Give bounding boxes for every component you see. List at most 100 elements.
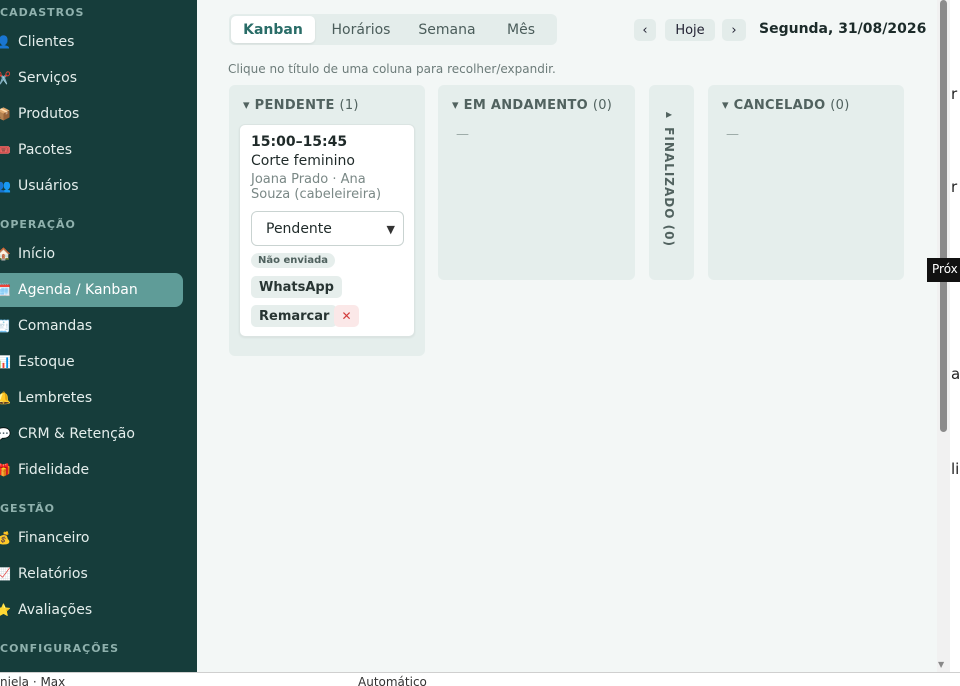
sidebar-item-crm-retencao[interactable]: 💬 CRM & Retenção (0, 417, 183, 451)
sidebar-item-lembretes[interactable]: 🔔 Lembretes (0, 381, 183, 415)
column-title-cancelado[interactable]: ▾ CANCELADO (0) (722, 98, 850, 113)
calendar-icon: 🗓️ (0, 283, 11, 297)
sidebar-item-agenda-kanban[interactable]: 🗓️ Agenda / Kanban (0, 273, 183, 307)
sidebar-item-comandas[interactable]: 🧾 Comandas (0, 309, 183, 343)
sidebar-item-inicio[interactable]: 🏠 Início (0, 237, 183, 271)
sidebar-item-label: Início (18, 246, 56, 262)
column-em-andamento: ▾ EM ANDAMENTO (0) — (438, 85, 635, 280)
column-title-pendente[interactable]: ▾ PENDENTE (1) (243, 98, 359, 113)
sidebar-item-fidelidade[interactable]: 🎁 Fidelidade (0, 453, 183, 487)
view-tabs: Kanban Horários Semana Mês (229, 14, 557, 45)
sidebar-item-label: Estoque (18, 354, 75, 370)
sidebar-item-usuarios[interactable]: 👥 Usuários (0, 169, 183, 203)
sidebar-item-label: Produtos (18, 106, 80, 122)
ticket-icon: 🎟️ (0, 143, 11, 157)
column-cancelado: ▾ CANCELADO (0) — (708, 85, 904, 280)
sidebar-section-operacao: OPERAÇÃO (0, 218, 76, 231)
close-icon: ✕ (341, 309, 352, 323)
sidebar-item-label: Pacotes (18, 142, 73, 158)
sidebar: CADASTROS 👤 Clientes ✂️ Serviços 📦 Produ… (0, 0, 197, 672)
kanban-hint: Clique no título de uma coluna para reco… (228, 62, 556, 76)
sidebar-item-clientes[interactable]: 👤 Clientes (0, 25, 183, 59)
sidebar-item-label: Serviços (18, 70, 77, 86)
chevron-down-icon: ▼ (386, 223, 395, 236)
appointment-client-professional: Joana Prado · Ana Souza (cabeleireira) (251, 172, 382, 202)
column-pendente: ▾ PENDENTE (1) 15:00–15:45 Corte feminin… (229, 85, 425, 356)
sidebar-item-label: Lembretes (18, 390, 93, 406)
trend-chart-icon: 📈 (0, 567, 11, 581)
current-date: Segunda, 31/08/2026 (759, 21, 927, 37)
column-title-label: ▾ CANCELADO (722, 98, 826, 113)
main-content: Kanban Horários Semana Mês ‹ Hoje › Segu… (197, 0, 937, 672)
column-count: (1) (339, 98, 359, 113)
column-title-label: ▾ EM ANDAMENTO (452, 98, 589, 113)
appointment-service: Corte feminino (251, 153, 355, 169)
background-text-fragment: r a (951, 85, 960, 103)
sidebar-item-pacotes[interactable]: 🎟️ Pacotes (0, 133, 183, 167)
gift-icon: 🎁 (0, 463, 11, 477)
sidebar-item-estoque[interactable]: 📊 Estoque (0, 345, 183, 379)
column-empty-placeholder: — (726, 127, 739, 142)
background-text-fragment: a (951, 365, 960, 383)
bell-icon: 🔔 (0, 391, 11, 405)
scrollbar-thumb[interactable] (940, 0, 947, 432)
sidebar-item-relatorios[interactable]: 📈 Relatórios (0, 557, 183, 591)
status-select[interactable]: Pendente ▼ (251, 211, 404, 246)
sidebar-item-label: Comandas (18, 318, 93, 334)
sidebar-item-label: Clientes (18, 34, 75, 50)
sidebar-item-avaliacoes[interactable]: ⭐ Avaliações (0, 593, 183, 627)
scroll-down-arrow-icon[interactable]: ▼ (938, 660, 944, 669)
home-icon: 🏠 (0, 247, 11, 261)
sidebar-item-label: Relatórios (18, 566, 88, 582)
bottom-left-text: niela · Max (0, 675, 66, 686)
bottom-center-text: Automático (358, 675, 427, 686)
sidebar-section-gestao: GESTÃO (0, 502, 55, 515)
column-title-finalizado: ▸ FINALIZADO (0) (662, 107, 676, 247)
column-count: (0) (830, 98, 850, 113)
sidebar-item-financeiro[interactable]: 💰 Financeiro (0, 521, 183, 555)
notification-status-badge: Não enviada (251, 253, 335, 268)
column-count: (0) (592, 98, 613, 113)
next-day-button[interactable]: › (722, 19, 746, 41)
next-day-tooltip: Próx (927, 258, 960, 282)
sidebar-section-cadastros: CADASTROS (0, 6, 85, 19)
money-bag-icon: 💰 (0, 531, 11, 545)
sidebar-item-label: Agenda / Kanban (18, 282, 138, 298)
prev-day-button[interactable]: ‹ (634, 19, 656, 41)
cancel-appointment-button[interactable]: ✕ (334, 305, 359, 327)
sidebar-item-label: Usuários (18, 178, 79, 194)
sidebar-section-configuracoes: CONFIGURAÇÕES (0, 642, 120, 655)
screen: CADASTROS 👤 Clientes ✂️ Serviços 📦 Produ… (0, 0, 960, 686)
bar-chart-icon: 📊 (0, 355, 11, 369)
tab-horarios[interactable]: Horários (315, 16, 407, 43)
appointment-time: 15:00–15:45 (251, 134, 348, 150)
sidebar-item-label: Financeiro (18, 530, 90, 546)
tab-semana[interactable]: Semana (407, 16, 487, 43)
today-button[interactable]: Hoje (665, 19, 715, 41)
star-icon: ⭐ (0, 603, 11, 617)
tab-mes[interactable]: Mês (487, 16, 555, 43)
sidebar-item-label: Avaliações (18, 602, 93, 618)
column-empty-placeholder: — (456, 127, 469, 142)
tab-kanban[interactable]: Kanban (231, 16, 315, 43)
users-icon: 👥 (0, 179, 11, 193)
sidebar-item-label: CRM & Retenção (18, 426, 135, 442)
sidebar-item-servicos[interactable]: ✂️ Serviços (0, 61, 183, 95)
status-select-value: Pendente (266, 220, 332, 237)
receipt-icon: 🧾 (0, 319, 11, 333)
speech-bubble-icon: 💬 (0, 427, 11, 441)
sidebar-item-label: Fidelidade (18, 462, 90, 478)
column-title-em-andamento[interactable]: ▾ EM ANDAMENTO (0) (452, 98, 612, 113)
sidebar-item-produtos[interactable]: 📦 Produtos (0, 97, 183, 131)
scissors-icon: ✂️ (0, 71, 11, 85)
background-text-fragment: r c (951, 178, 960, 196)
bottom-toolbar: niela · Max Automático (0, 672, 960, 686)
column-finalizado-collapsed[interactable]: ▸ FINALIZADO (0) (649, 85, 694, 280)
appointment-card: 15:00–15:45 Corte feminino Joana Prado ·… (239, 124, 415, 337)
background-text-fragment: lic (951, 460, 960, 478)
box-icon: 📦 (0, 107, 11, 121)
whatsapp-button[interactable]: WhatsApp (251, 276, 342, 298)
user-icon: 👤 (0, 35, 11, 49)
reschedule-button[interactable]: Remarcar (251, 305, 338, 327)
column-title-label: ▾ PENDENTE (243, 98, 335, 113)
